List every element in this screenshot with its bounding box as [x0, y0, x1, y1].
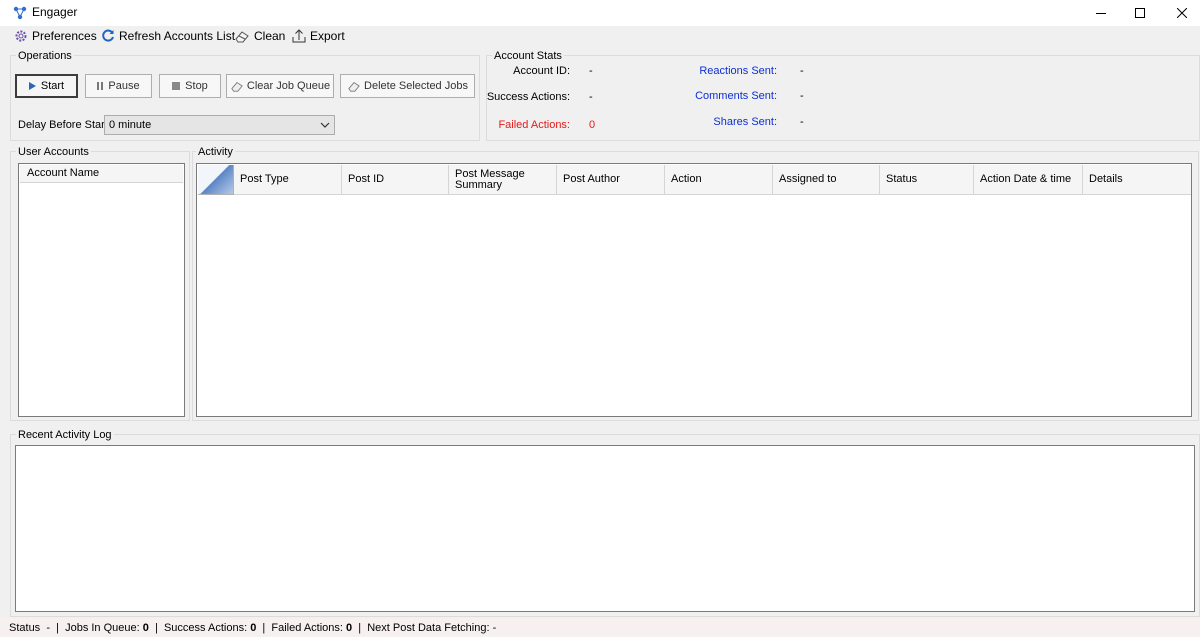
column-header-action-date-time[interactable]: Action Date & time [974, 165, 1083, 195]
maximize-button[interactable] [1117, 0, 1163, 26]
menu-export[interactable]: Export [292, 27, 345, 45]
close-icon [1177, 8, 1187, 18]
menu-refresh-label: Refresh Accounts List [119, 29, 236, 43]
eraser-icon [231, 82, 243, 92]
start-button-label: Start [40, 80, 65, 92]
account-id-label: Account ID: [513, 65, 570, 77]
column-header-post-message-summary[interactable]: Post Message Summary [449, 165, 557, 195]
maximize-icon [1135, 8, 1145, 18]
delay-selected-value: 0 minute [109, 119, 152, 131]
pause-button[interactable]: Pause [85, 74, 152, 98]
delay-before-start-label: Delay Before Start [18, 119, 108, 131]
close-button[interactable] [1159, 0, 1200, 26]
status-bar: Status - | Jobs In Queue: 0 | Success Ac… [0, 618, 1200, 637]
column-header-action[interactable]: Action [665, 165, 773, 195]
jobs-in-queue-label: Jobs In Queue: [65, 621, 140, 634]
failed-actions-label: Failed Actions: [498, 119, 570, 131]
delete-selected-jobs-button[interactable]: Delete Selected Jobs [340, 74, 475, 98]
title-bar [0, 0, 1200, 26]
comments-sent-label: Comments Sent: [695, 90, 777, 102]
recent-activity-log-label: Recent Activity Log [16, 429, 114, 441]
menu-clean-label: Clean [254, 29, 286, 43]
pause-button-label: Pause [108, 80, 140, 92]
operations-group-label: Operations [16, 50, 74, 62]
export-icon [292, 29, 306, 43]
status-failed-label: Failed Actions: [271, 621, 343, 634]
gear-icon [15, 30, 27, 42]
menu-refresh-accounts[interactable]: Refresh Accounts List [101, 27, 235, 45]
column-header-status[interactable]: Status [880, 165, 974, 195]
play-icon [28, 82, 36, 90]
app-icon [13, 6, 27, 20]
activity-group-label: Activity [196, 146, 235, 158]
user-accounts-list[interactable]: Account Name [18, 163, 185, 417]
eraser-icon [348, 82, 360, 92]
reactions-sent-label: Reactions Sent: [699, 65, 777, 77]
select-all-corner-cell[interactable] [198, 165, 234, 195]
column-header-post-id[interactable]: Post ID [342, 165, 449, 195]
delay-before-start-select[interactable]: 0 minute [104, 115, 335, 135]
window-title: Engager [32, 5, 78, 19]
account-id-value: - [589, 65, 593, 77]
account-stats-group-label: Account Stats [492, 50, 564, 62]
failed-actions-value: 0 [589, 119, 596, 131]
stop-button[interactable]: Stop [159, 74, 221, 98]
column-header-details[interactable]: Details [1083, 165, 1191, 195]
clear-job-queue-button[interactable]: Clear Job Queue [226, 74, 334, 98]
column-header-post-author[interactable]: Post Author [557, 165, 665, 195]
user-accounts-group-label: User Accounts [16, 146, 91, 158]
column-header-post-type[interactable]: Post Type [234, 165, 342, 195]
next-post-fetch-label: Next Post Data Fetching: [367, 621, 490, 634]
stop-button-label: Stop [185, 80, 208, 92]
eraser-icon [235, 31, 249, 43]
refresh-icon [102, 29, 114, 42]
success-actions-label: Success Actions: [486, 91, 570, 103]
shares-sent-label: Shares Sent: [713, 116, 777, 128]
menu-clean[interactable]: Clean [234, 27, 285, 45]
shares-sent-value: - [800, 116, 804, 128]
start-button[interactable]: Start [15, 74, 78, 98]
minimize-icon [1096, 13, 1106, 14]
status-label: Status [9, 621, 41, 634]
chevron-down-icon [320, 122, 330, 128]
account-name-column-header[interactable]: Account Name [20, 165, 183, 183]
next-post-fetch-value: - [492, 621, 497, 634]
success-actions-value: - [589, 91, 593, 103]
reactions-sent-value: - [800, 65, 804, 77]
comments-sent-value: - [800, 90, 804, 102]
activity-grid[interactable]: Post Type Post ID Post Message Summary P… [196, 163, 1192, 417]
column-header-assigned-to[interactable]: Assigned to [773, 165, 880, 195]
status-success-label: Success Actions: [163, 621, 248, 634]
menu-export-label: Export [310, 29, 345, 43]
recent-activity-log-box[interactable] [15, 445, 1195, 612]
stop-icon [172, 82, 181, 90]
menu-preferences-label: Preferences [32, 29, 97, 43]
clear-job-queue-label: Clear Job Queue [246, 80, 331, 92]
delete-selected-jobs-label: Delete Selected Jobs [364, 80, 468, 92]
menu-preferences[interactable]: Preferences [14, 27, 97, 45]
pause-icon [97, 82, 104, 90]
